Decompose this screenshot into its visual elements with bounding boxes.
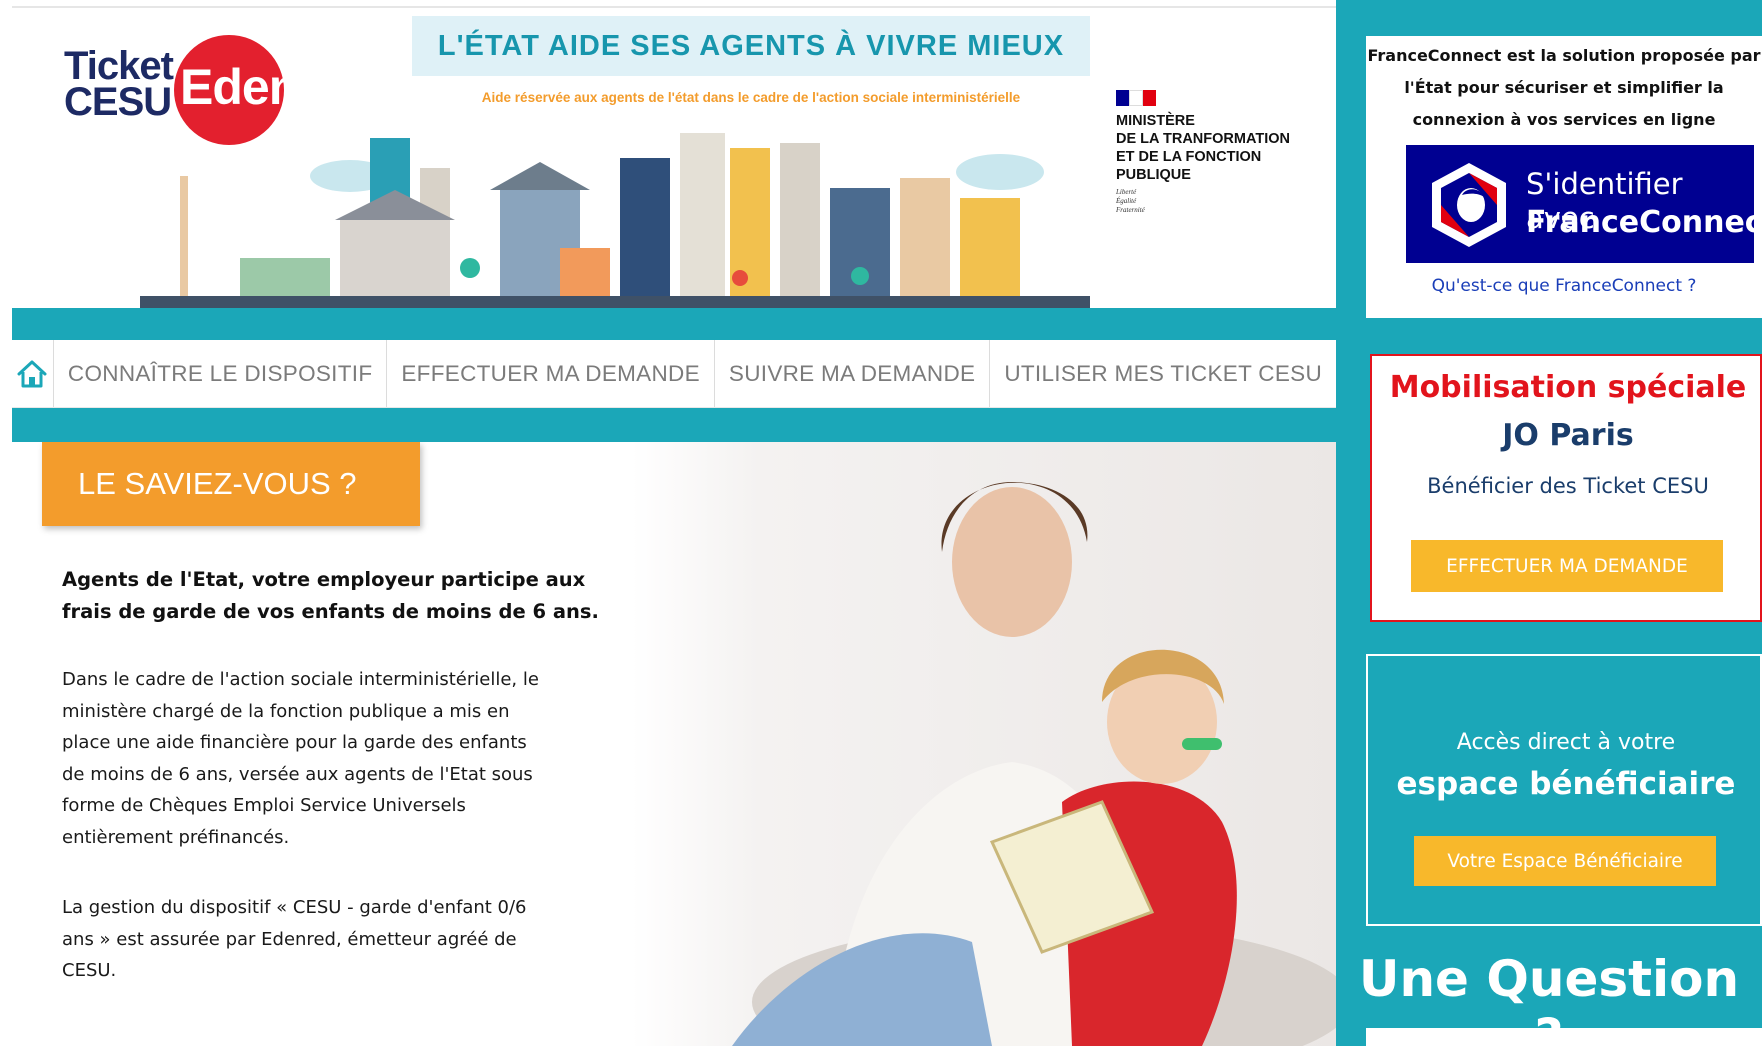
hero-section: LE SAVIEZ-VOUS ? Agents de l'Etat, votre… xyxy=(12,442,1336,1046)
mobilisation-speciale-panel: Mobilisation spéciale JO Paris Bénéficie… xyxy=(1370,354,1762,622)
main-navigation: CONNAÎTRE LE DISPOSITIF EFFECTUER MA DEM… xyxy=(12,340,1336,408)
espace-beneficiaire-panel: Accès direct à votre espace bénéficiaire… xyxy=(1366,654,1762,926)
ministere-logo: MINISTÈRE DE LA TRANFORMATION ET DE LA F… xyxy=(1116,90,1331,215)
nav-utiliser-tickets[interactable]: UTILISER MES TICKET CESU xyxy=(990,340,1336,407)
franceconnect-logo-icon xyxy=(1432,163,1506,247)
franceconnect-login-button[interactable]: S'identifier avec FranceConnect xyxy=(1406,145,1762,263)
franceconnect-panel: FranceConnect est la solution proposée p… xyxy=(1366,36,1762,318)
espace-beneficiaire-button[interactable]: Votre Espace Bénéficiaire xyxy=(1414,836,1716,886)
nav-suivre-demande[interactable]: SUIVRE MA DEMANDE xyxy=(715,340,991,407)
nav-effectuer-demande[interactable]: EFFECTUER MA DEMANDE xyxy=(387,340,715,407)
franceconnect-description: FranceConnect est la solution proposée p… xyxy=(1367,46,1761,129)
home-icon xyxy=(17,360,47,387)
main-area: Ticket CESU Edenred L'ÉTAT AIDE SES AGEN… xyxy=(0,0,1336,1046)
top-divider xyxy=(12,6,1336,8)
mother-child-illustration xyxy=(732,482,1336,1046)
french-flag-icon xyxy=(1116,90,1157,106)
nav-bottom-band xyxy=(12,408,1336,442)
ministere-devise: Liberté Égalité Fraternité xyxy=(1116,188,1145,214)
nav-top-band xyxy=(12,308,1336,340)
logo-ticket-cesu-text: Ticket CESU xyxy=(64,44,174,124)
beneficiaire-line1: Accès direct à votre xyxy=(1456,730,1676,755)
saviez-vous-banner: LE SAVIEZ-VOUS ? xyxy=(42,442,420,526)
banner-subtitle: Aide réservée aux agents de l'état dans … xyxy=(481,90,1021,105)
question-panel-edge xyxy=(1366,1028,1762,1046)
ministere-name: MINISTÈRE DE LA TRANFORMATION ET DE LA F… xyxy=(1116,113,1290,183)
nav-connaitre-dispositif[interactable]: CONNAÎTRE LE DISPOSITIF xyxy=(54,340,388,407)
franceconnect-info-link[interactable]: Qu'est-ce que FranceConnect ? xyxy=(1366,276,1762,296)
logo-edenred-text: Edenred xyxy=(180,59,374,115)
intro-paragraph-2: La gestion du dispositif « CESU - garde … xyxy=(62,897,527,981)
franceconnect-button-line2: FranceConnect xyxy=(1526,205,1762,240)
banner-title: L'ÉTAT AIDE SES AGENTS À VIVRE MIEUX xyxy=(437,30,1065,62)
intro-lead-text: Agents de l'Etat, votre employeur partic… xyxy=(62,568,599,623)
mobilisation-title: Mobilisation spéciale xyxy=(1389,370,1747,405)
beneficiaire-line2: espace bénéficiaire xyxy=(1396,766,1736,802)
effectuer-demande-button[interactable]: EFFECTUER MA DEMANDE xyxy=(1411,540,1723,592)
mobilisation-text: Bénéficier des Ticket CESU xyxy=(1427,474,1709,498)
city-illustration xyxy=(140,133,1090,308)
mother-child-photo xyxy=(632,442,1336,1046)
nav-home-button[interactable] xyxy=(12,340,54,407)
mobilisation-subtitle: JO Paris xyxy=(1502,418,1634,453)
right-sidebar: FranceConnect est la solution proposée p… xyxy=(1336,0,1762,1046)
intro-paragraph-1: Dans le cadre de l'action sociale interm… xyxy=(62,669,539,848)
